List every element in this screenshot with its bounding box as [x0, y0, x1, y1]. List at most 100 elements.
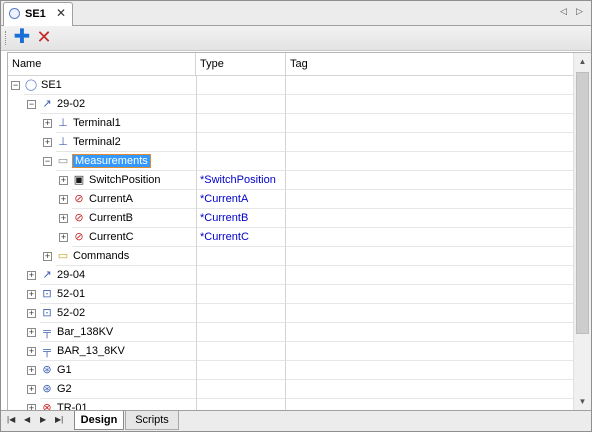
tag-cell[interactable] [286, 95, 573, 114]
tree-row[interactable]: + ⊛ G1 [8, 361, 573, 380]
add-button[interactable]: ✚ [12, 27, 32, 47]
tag-cell[interactable] [286, 190, 573, 209]
expand-icon[interactable]: + [59, 195, 68, 204]
expand-icon[interactable]: + [27, 290, 36, 299]
type-value[interactable]: *CurrentA [200, 193, 248, 205]
tag-cell[interactable] [286, 399, 573, 410]
type-cell[interactable] [196, 285, 286, 304]
tab-scroll-right-icon[interactable]: ▷ [576, 6, 583, 17]
toolbar-grip[interactable] [5, 31, 8, 45]
tag-cell[interactable] [286, 247, 573, 266]
tree-item-label[interactable]: G2 [57, 383, 72, 395]
tree-row[interactable]: − ▭ Measurements [8, 152, 573, 171]
scroll-down-icon[interactable]: ▼ [574, 393, 591, 410]
type-value[interactable]: *SwitchPosition [200, 174, 276, 186]
tree-row[interactable]: + ⊘ CurrentA *CurrentA [8, 190, 573, 209]
tree-item-label[interactable]: SwitchPosition [89, 174, 161, 186]
document-tab-se1[interactable]: SE1 ✕ [3, 2, 73, 26]
expand-icon[interactable]: + [27, 328, 36, 337]
tree-row[interactable]: + ⊗ TR-01 [8, 399, 573, 410]
tree-item-label[interactable]: Measurements [72, 154, 151, 168]
tag-cell[interactable] [286, 76, 573, 95]
expand-icon[interactable]: + [43, 252, 52, 261]
tab-scroll-left-icon[interactable]: ◁ [560, 6, 567, 17]
tree-row[interactable]: + ⊡ 52-02 [8, 304, 573, 323]
tag-cell[interactable] [286, 171, 573, 190]
tree-item-label[interactable]: 29-02 [57, 98, 85, 110]
tag-cell[interactable] [286, 152, 573, 171]
tree-row[interactable]: − ↗ 29-02 [8, 95, 573, 114]
tree-item-label[interactable]: 29-04 [57, 269, 85, 281]
expand-icon[interactable]: + [43, 138, 52, 147]
type-cell[interactable] [196, 247, 286, 266]
prev-tab-icon[interactable]: ◀ [24, 415, 30, 424]
expand-icon[interactable]: + [27, 309, 36, 318]
tree-item-label[interactable]: Commands [73, 250, 129, 262]
tab-scripts[interactable]: Scripts [125, 411, 179, 430]
first-tab-icon[interactable]: |◀ [7, 415, 15, 424]
tree-row[interactable]: + ▭ Commands [8, 247, 573, 266]
tag-cell[interactable] [286, 323, 573, 342]
tag-cell[interactable] [286, 114, 573, 133]
column-header-type[interactable]: Type [196, 53, 286, 75]
type-cell[interactable] [196, 266, 286, 285]
tree-row[interactable]: + ⊡ 52-01 [8, 285, 573, 304]
tag-cell[interactable] [286, 342, 573, 361]
type-cell[interactable] [196, 342, 286, 361]
collapse-icon[interactable]: − [11, 81, 20, 90]
expand-icon[interactable]: + [59, 233, 68, 242]
type-cell[interactable] [196, 114, 286, 133]
last-tab-icon[interactable]: ▶| [55, 415, 63, 424]
tree-row[interactable]: + ⊥ Terminal2 [8, 133, 573, 152]
column-header-name[interactable]: Name [8, 53, 196, 75]
tree-row[interactable]: − ◯ SE1 [8, 76, 573, 95]
tree-row[interactable]: + ⊘ CurrentB *CurrentB [8, 209, 573, 228]
column-header-tag[interactable]: Tag [286, 53, 573, 75]
tag-cell[interactable] [286, 285, 573, 304]
tree-item-label[interactable]: 52-02 [57, 307, 85, 319]
tag-cell[interactable] [286, 380, 573, 399]
tree-item-label[interactable]: Terminal1 [73, 117, 121, 129]
tree-item-label[interactable]: Bar_138KV [57, 326, 113, 338]
tree-item-label[interactable]: CurrentB [89, 212, 133, 224]
tree-row[interactable]: + ⊘ CurrentC *CurrentC [8, 228, 573, 247]
scroll-thumb[interactable] [576, 72, 589, 334]
tree-item-label[interactable]: G1 [57, 364, 72, 376]
type-cell[interactable] [196, 380, 286, 399]
tag-cell[interactable] [286, 361, 573, 380]
expand-icon[interactable]: + [27, 347, 36, 356]
tab-design[interactable]: Design [74, 411, 124, 430]
scroll-up-icon[interactable]: ▲ [574, 53, 591, 70]
type-cell[interactable] [196, 304, 286, 323]
tree-item-label[interactable]: BAR_13_8KV [57, 345, 125, 357]
type-cell[interactable] [196, 399, 286, 410]
tag-cell[interactable] [286, 304, 573, 323]
close-tab-icon[interactable]: ✕ [56, 6, 66, 20]
expand-icon[interactable]: + [27, 385, 36, 394]
vertical-scrollbar[interactable]: ▲ ▼ [573, 53, 591, 410]
tree-item-label[interactable]: SE1 [41, 79, 62, 91]
tag-cell[interactable] [286, 228, 573, 247]
tree-row[interactable]: + ⊥ Terminal1 [8, 114, 573, 133]
collapse-icon[interactable]: − [43, 157, 52, 166]
tree-item-label[interactable]: CurrentA [89, 193, 133, 205]
expand-icon[interactable]: + [43, 119, 52, 128]
type-cell[interactable] [196, 323, 286, 342]
expand-icon[interactable]: + [59, 176, 68, 185]
collapse-icon[interactable]: − [27, 100, 36, 109]
tree-row[interactable]: + ▣ SwitchPosition *SwitchPosition [8, 171, 573, 190]
type-cell[interactable] [196, 95, 286, 114]
tree-row[interactable]: + ⊛ G2 [8, 380, 573, 399]
expand-icon[interactable]: + [27, 366, 36, 375]
tree-row[interactable]: + ↗ 29-04 [8, 266, 573, 285]
type-value[interactable]: *CurrentC [200, 231, 249, 243]
type-value[interactable]: *CurrentB [200, 212, 248, 224]
type-cell[interactable] [196, 133, 286, 152]
delete-button[interactable]: ✕ [34, 27, 54, 47]
type-cell[interactable] [196, 361, 286, 380]
expand-icon[interactable]: + [27, 271, 36, 280]
tree-item-label[interactable]: 52-01 [57, 288, 85, 300]
tree-row[interactable]: + ╤ BAR_13_8KV [8, 342, 573, 361]
tree-item-label[interactable]: TR-01 [57, 402, 88, 410]
type-cell[interactable] [196, 76, 286, 95]
